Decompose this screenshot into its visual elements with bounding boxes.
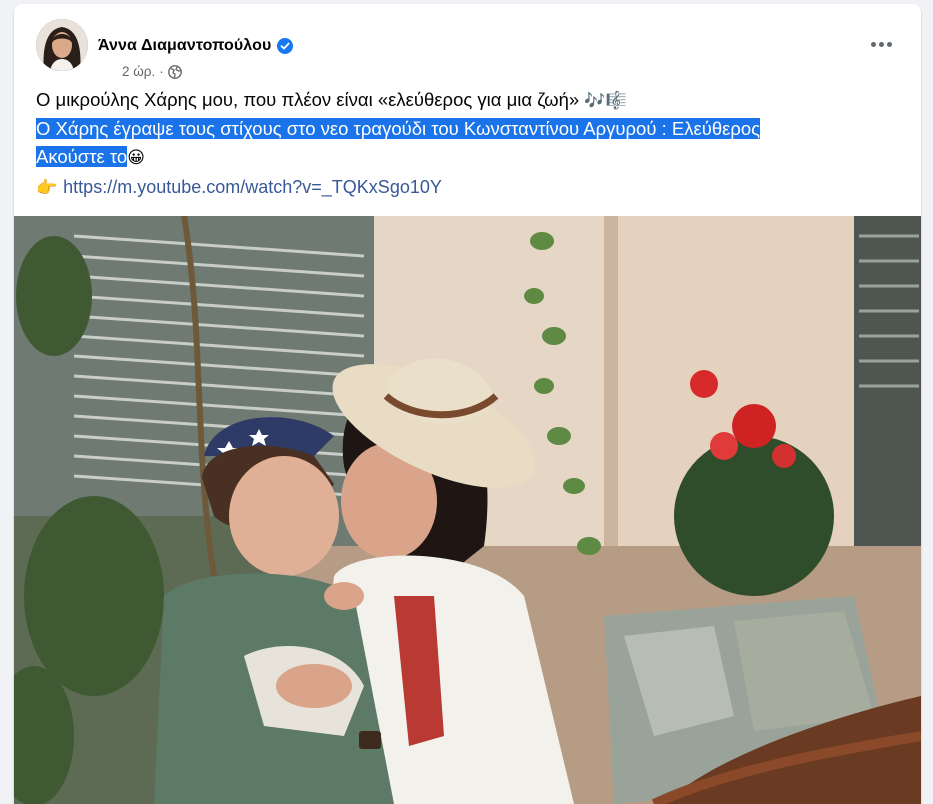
post-meta: 2 ώρ. · bbox=[122, 64, 182, 79]
author-name-text[interactable]: Άννα Διαμαντοπούλου bbox=[98, 37, 271, 55]
verified-badge-icon bbox=[277, 38, 294, 54]
more-options-icon[interactable] bbox=[867, 34, 895, 54]
post-header: Άννα Διαμαντοπούλου 2 ώρ. · bbox=[36, 19, 921, 79]
selected-text-line-3: Ακούστε το bbox=[36, 146, 128, 167]
globe-icon bbox=[167, 64, 182, 79]
post-timestamp[interactable]: 2 ώρ. bbox=[122, 64, 155, 79]
post-photo[interactable] bbox=[14, 216, 921, 804]
post-text-line-1: Ο μικρούλης Χάρης μου, που πλέον είναι «… bbox=[36, 86, 916, 115]
post-text-line-2: Ο Χάρης έγραψε τους στίχους στο νεο τραγ… bbox=[36, 115, 916, 143]
dot bbox=[870, 41, 876, 47]
author-name[interactable]: Άννα Διαμαντοπούλου bbox=[98, 37, 294, 55]
selected-text-line-2: Ο Χάρης έγραψε τους στίχους στο νεο τραγ… bbox=[36, 118, 761, 139]
link-row: 👉 https://m.youtube.com/watch?v=_TQKxSgo… bbox=[36, 177, 442, 198]
post-text-line-1-text: Ο μικρούλης Χάρης μου, που πλέον είναι «… bbox=[36, 89, 585, 110]
author-avatar[interactable] bbox=[36, 19, 88, 71]
meta-separator: · bbox=[159, 64, 164, 79]
post-card: Άννα Διαμαντοπούλου 2 ώρ. · Ο μικρούλης … bbox=[14, 4, 921, 804]
post-text-line-3: Ακούστε το😀 bbox=[36, 143, 916, 172]
dot bbox=[878, 41, 884, 47]
grinning-face-emoji: 😀 bbox=[127, 148, 145, 168]
music-notes-emoji: 🎶🎼 bbox=[584, 91, 627, 111]
pointing-hand-emoji: 👉 bbox=[36, 177, 58, 198]
dot bbox=[886, 41, 892, 47]
post-text: Ο μικρούλης Χάρης μου, που πλέον είναι «… bbox=[36, 86, 916, 172]
youtube-link[interactable]: https://m.youtube.com/watch?v=_TQKxSgo10… bbox=[63, 177, 442, 198]
